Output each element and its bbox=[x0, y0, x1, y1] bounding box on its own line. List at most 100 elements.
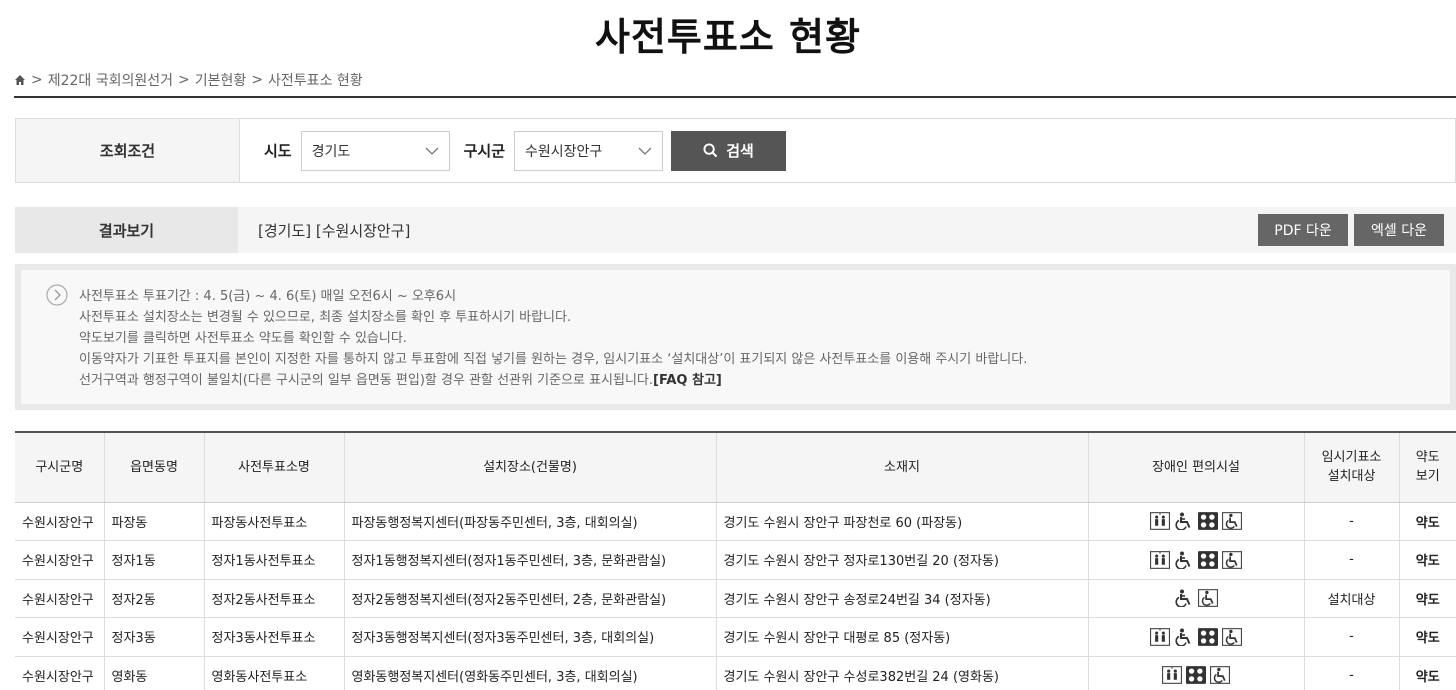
table-row: 수원시장안구 파장동 파장동사전투표소 파장동행정복지센터(파장동주민센터, 3층, … bbox=[15, 502, 1456, 541]
table-row: 수원시장안구 정자3동 정자3동사전투표소 정자3동행정복지센터(정자3동주민센터, … bbox=[15, 617, 1456, 657]
excel-download-button[interactable]: 엑셀 다운 bbox=[1354, 214, 1444, 246]
sido-label: 시도 bbox=[264, 142, 292, 160]
header-dong: 읍면동명 bbox=[104, 431, 205, 503]
wheelchair-icon bbox=[1173, 588, 1195, 608]
elevator-icon bbox=[1161, 665, 1183, 685]
breadcrumb-item-current: 사전투표소 현황 bbox=[268, 73, 363, 89]
map-link[interactable]: 약도 bbox=[1399, 656, 1456, 690]
accessible-toilet-icon bbox=[1221, 511, 1243, 531]
breadcrumb-item[interactable]: 기본현황 bbox=[195, 70, 247, 90]
map-link[interactable]: 약도 bbox=[1399, 502, 1456, 541]
cell-dong: 정자3동 bbox=[104, 617, 205, 657]
breadcrumb-separator: > bbox=[31, 72, 43, 88]
breadcrumb-separator: > bbox=[251, 72, 264, 88]
notice-line: 이동약자가 기표한 투표지를 본인이 지정한 자를 통하지 않고 투표함에 직접… bbox=[79, 352, 1028, 367]
cell-station-name: 파장동사전투표소 bbox=[204, 502, 345, 541]
elevator-icon bbox=[1149, 511, 1171, 531]
notice-line: 선거구역과 행정구역이 불일치(다른 구시군의 일부 읍면동 편입)할 경우 관… bbox=[79, 370, 1450, 391]
gu-select-value: 수원시장안구 bbox=[525, 143, 603, 160]
cell-dong: 정자1동 bbox=[104, 540, 205, 580]
cell-station-name: 영화동사전투표소 bbox=[204, 656, 345, 690]
cell-gu: 수원시장안구 bbox=[15, 579, 105, 618]
wheelchair-icon bbox=[1173, 511, 1195, 531]
search-icon bbox=[703, 143, 718, 158]
cell-station-name: 정자2동사전투표소 bbox=[204, 579, 345, 618]
elevator-icon bbox=[1149, 627, 1171, 647]
accessible-toilet-icon bbox=[1197, 588, 1219, 608]
home-icon[interactable] bbox=[14, 74, 26, 86]
cell-station-name: 정자3동사전투표소 bbox=[204, 617, 345, 657]
header-temp-line: 설치대상 bbox=[1327, 469, 1376, 485]
cell-temp-booth: - bbox=[1304, 656, 1400, 690]
cell-dong: 정자2동 bbox=[104, 579, 205, 618]
cell-place: 정자3동행정복지센터(정자3동주민센터, 3층, 대회의실) bbox=[344, 617, 717, 657]
cell-facility bbox=[1088, 540, 1305, 580]
cell-gu: 수원시장안구 bbox=[15, 617, 105, 657]
cell-address: 경기도 수원시 장안구 정자로130번길 20 (정자동) bbox=[716, 540, 1089, 580]
header-place: 설치장소(건물명) bbox=[344, 431, 717, 503]
cell-gu: 수원시장안구 bbox=[15, 502, 105, 541]
cell-temp-booth: 설치대상 bbox=[1304, 579, 1400, 618]
accessible-toilet-icon bbox=[1221, 550, 1243, 570]
breadcrumb-item[interactable]: 제22대 국회의원선거 bbox=[48, 70, 173, 90]
header-map: 약도보기 bbox=[1399, 431, 1456, 503]
cell-dong: 파장동 bbox=[104, 502, 205, 541]
pdf-download-button[interactable]: PDF 다운 bbox=[1258, 214, 1348, 246]
map-link[interactable]: 약도 bbox=[1399, 579, 1456, 618]
result-label: 결과보기 bbox=[15, 207, 238, 253]
table-row: 수원시장안구 영화동 영화동사전투표소 영화동행정복지센터(영화동주민센터, 3층, … bbox=[15, 656, 1456, 690]
search-button[interactable]: 검색 bbox=[671, 130, 787, 171]
cell-address: 경기도 수원시 장안구 수성로382번길 24 (영화동) bbox=[716, 656, 1089, 690]
cell-facility bbox=[1088, 502, 1305, 541]
wheelchair-icon bbox=[1173, 627, 1195, 647]
search-condition-panel: 조회조건 시도 경기도 구시군 수원시장안구 검색 bbox=[15, 118, 1456, 183]
wheelchair-icon bbox=[1173, 550, 1195, 570]
gu-select[interactable]: 수원시장안구 bbox=[514, 130, 664, 171]
cell-place: 정자1동행정복지센터(정자1동주민센터, 3층, 문화관람실) bbox=[344, 540, 717, 580]
chevron-down-icon bbox=[638, 147, 652, 155]
braille-icon bbox=[1185, 665, 1207, 685]
cell-facility bbox=[1088, 656, 1305, 690]
header-temp-line: 임시기표소 bbox=[1321, 450, 1382, 466]
cell-place: 파장동행정복지센터(파장동주민센터, 3층, 대회의실) bbox=[344, 502, 717, 541]
header-address: 소재지 bbox=[716, 431, 1089, 503]
faq-link[interactable]: [FAQ 참고] bbox=[653, 373, 722, 388]
page-title: 사전투표소 현황 bbox=[595, 15, 861, 59]
cell-facility bbox=[1088, 579, 1305, 618]
search-button-label: 검색 bbox=[726, 142, 754, 160]
chevron-right-circle-icon bbox=[46, 284, 68, 306]
cell-facility bbox=[1088, 617, 1305, 657]
result-bar: 결과보기 [경기도] [수원시장안구] PDF 다운 엑셀 다운 bbox=[15, 207, 1456, 253]
notice-line-text: 선거구역과 행정구역이 불일치(다른 구시군의 일부 읍면동 편입)할 경우 관… bbox=[79, 373, 654, 388]
notice-line: 약도보기를 클릭하면 사전투표소 약도를 확인할 수 있습니다. bbox=[79, 331, 407, 346]
chevron-down-icon bbox=[425, 147, 439, 155]
sido-select[interactable]: 경기도 bbox=[300, 130, 450, 171]
header-map-line: 보기 bbox=[1415, 469, 1440, 485]
header-temp-booth: 임시기표소설치대상 bbox=[1304, 431, 1400, 503]
title-divider bbox=[14, 96, 1456, 98]
cell-dong: 영화동 bbox=[104, 656, 205, 690]
header-station-name: 사전투표소명 bbox=[204, 431, 345, 503]
cell-place: 정자2동행정복지센터(정자2동주민센터, 2층, 문화관람실) bbox=[344, 579, 717, 618]
notice-box: 사전투표소 투표기간 : 4. 5(금) ~ 4. 6(토) 매일 오전6시 ~… bbox=[15, 264, 1456, 410]
cell-address: 경기도 수원시 장안구 파장천로 60 (파장동) bbox=[716, 502, 1089, 541]
map-link[interactable]: 약도 bbox=[1399, 540, 1456, 580]
cell-temp-booth: - bbox=[1304, 617, 1400, 657]
notice-line: 사전투표소 투표기간 : 4. 5(금) ~ 4. 6(토) 매일 오전6시 ~… bbox=[79, 289, 457, 304]
result-summary: [경기도] [수원시장안구] bbox=[258, 221, 411, 240]
breadcrumb: > 제22대 국회의원선거 > 기본현황 > 사전투표소 현황 bbox=[14, 70, 363, 90]
cell-address: 경기도 수원시 장안구 대평로 85 (정자동) bbox=[716, 617, 1089, 657]
header-gu: 구시군명 bbox=[15, 431, 105, 503]
cell-place: 영화동행정복지센터(영화동주민센터, 3층, 대회의실) bbox=[344, 656, 717, 690]
gu-label: 구시군 bbox=[463, 142, 506, 160]
elevator-icon bbox=[1149, 550, 1171, 570]
header-map-line: 약도 bbox=[1415, 450, 1440, 466]
table-row: 수원시장안구 정자1동 정자1동사전투표소 정자1동행정복지센터(정자1동주민센터, … bbox=[15, 540, 1456, 580]
header-facility: 장애인 편의시설 bbox=[1088, 431, 1305, 503]
cell-address: 경기도 수원시 장안구 송정로24번길 34 (정자동) bbox=[716, 579, 1089, 618]
map-link[interactable]: 약도 bbox=[1399, 617, 1456, 657]
cell-temp-booth: - bbox=[1304, 540, 1400, 580]
polling-station-table: 구시군명 읍면동명 사전투표소명 설치장소(건물명) 소재지 장애인 편의시설 … bbox=[15, 431, 1456, 690]
breadcrumb-separator: > bbox=[178, 72, 190, 88]
notice-line: 사전투표소 설치장소는 변경될 수 있으므로, 최종 설치장소를 확인 후 투표… bbox=[79, 310, 572, 325]
